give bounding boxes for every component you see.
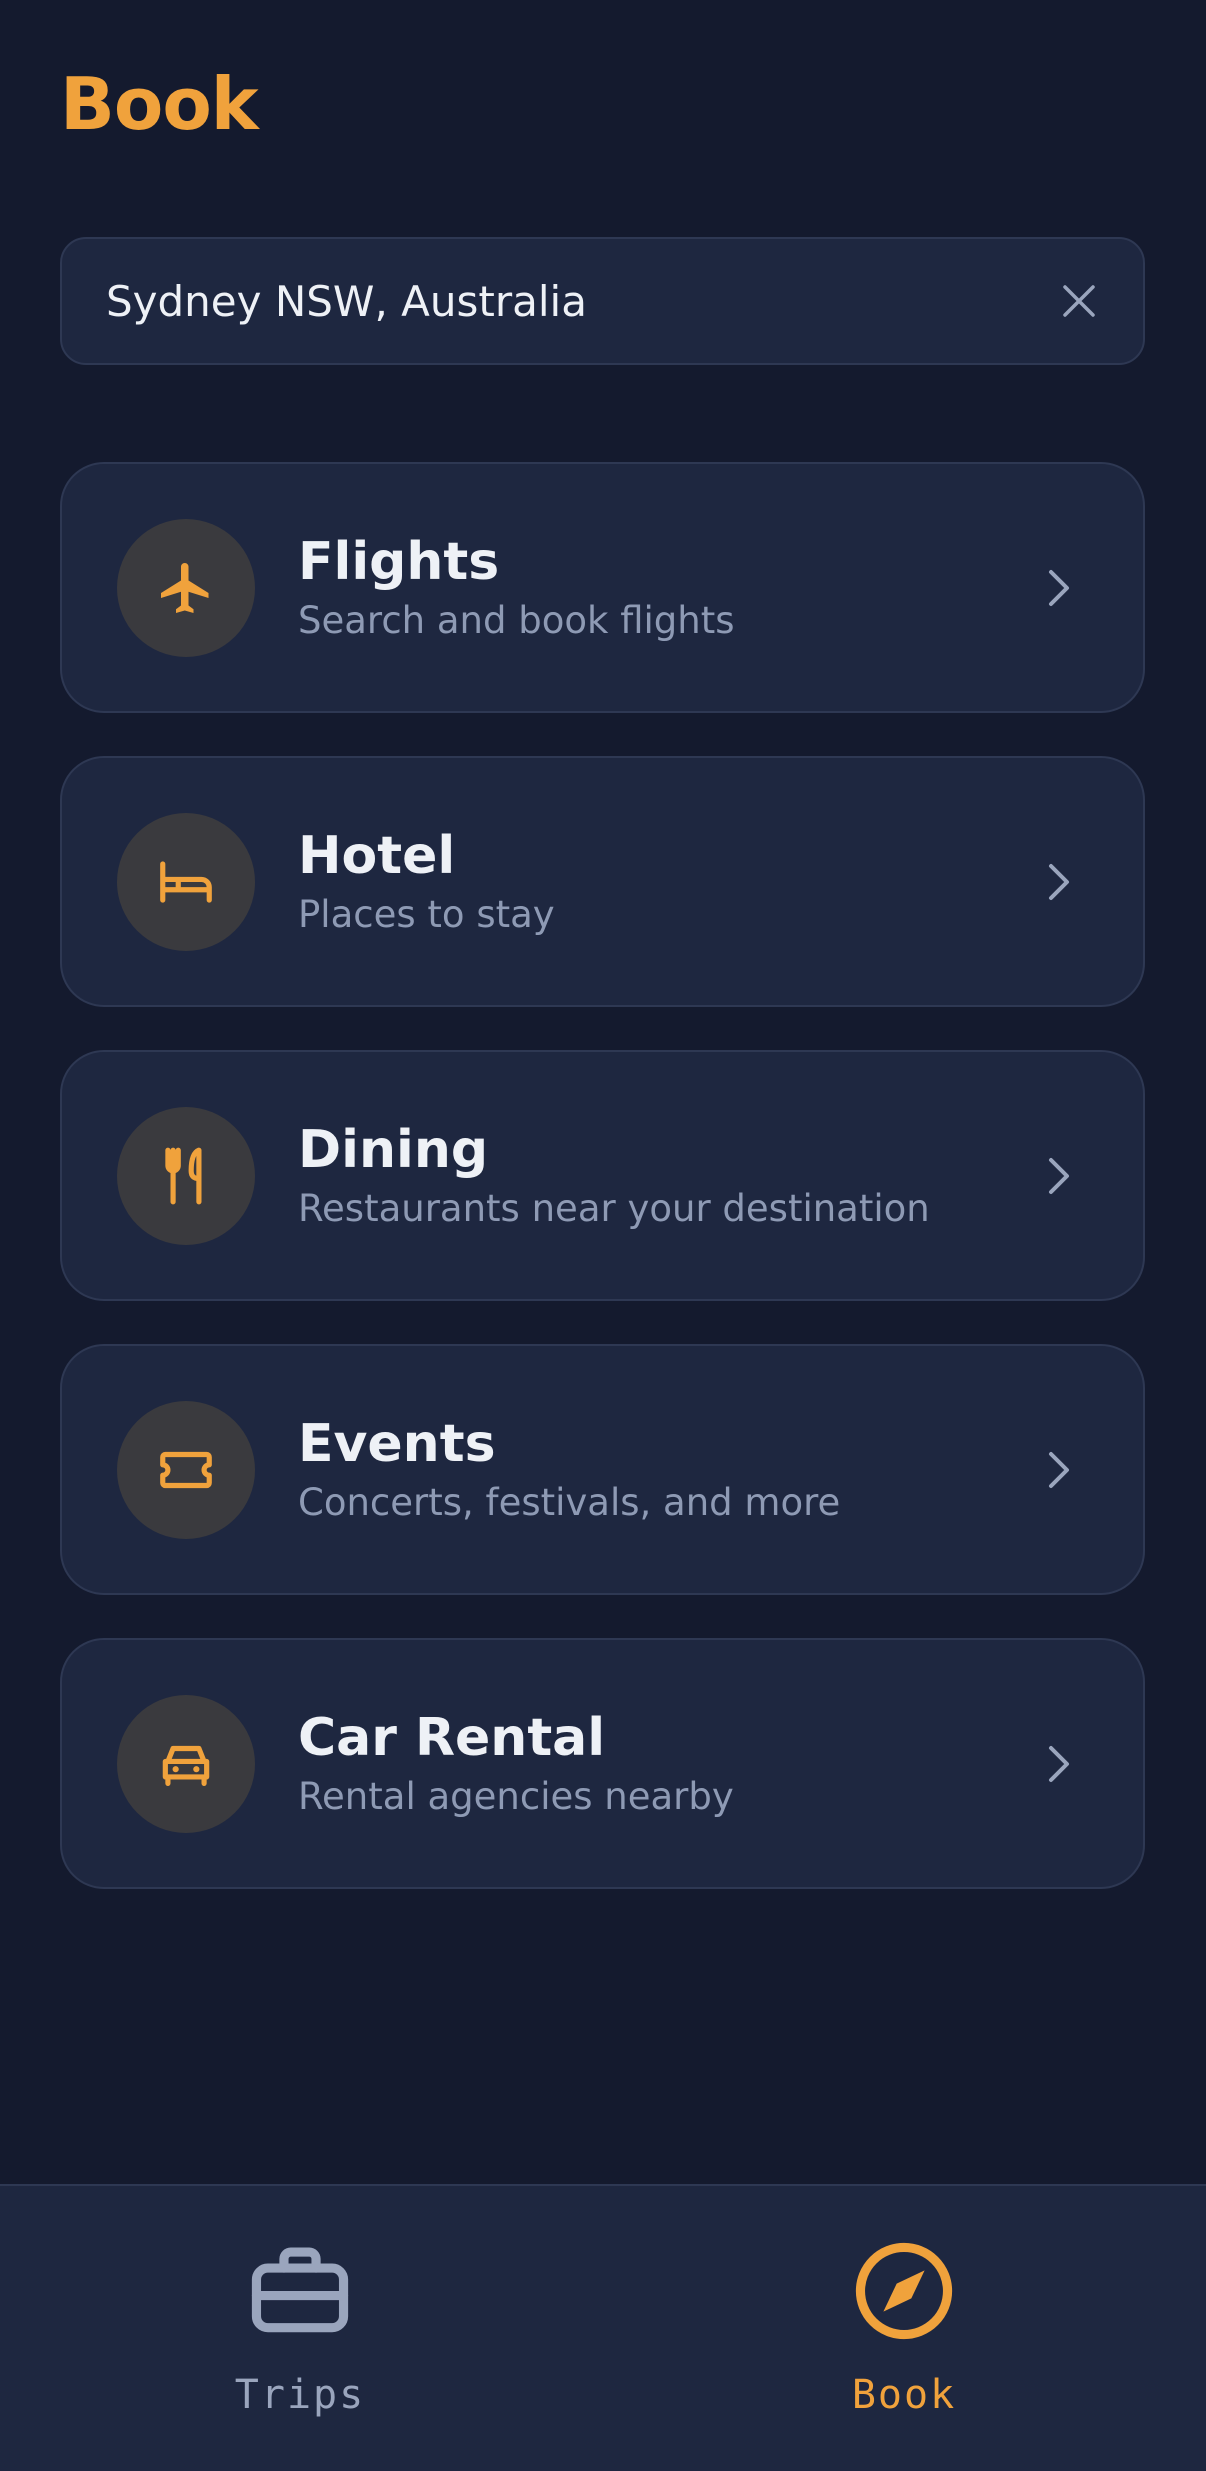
category-title: Hotel [298,826,456,886]
category-subtitle: Places to stay [298,893,555,936]
tab-trips[interactable]: Trips [150,2236,450,2436]
tab-label: Book [851,2372,957,2418]
category-icon-wrap [117,1695,255,1833]
chevron-right-icon [1049,1746,1069,1782]
category-title: Car Rental [298,1708,606,1768]
category-card-flights[interactable]: Flights Search and book flights [60,462,1145,713]
nav-icon-wrap [849,2236,959,2346]
category-card-events[interactable]: Events Concerts, festivals, and more [60,1344,1145,1595]
category-subtitle: Search and book flights [298,599,735,642]
category-icon-wrap [117,813,255,951]
category-icon-wrap [117,1401,255,1539]
chevron-right-icon [1049,1158,1069,1194]
category-text: Events Concerts, festivals, and more [298,1414,840,1526]
category-card-dining[interactable]: Dining Restaurants near your destination [60,1050,1145,1301]
clear-search-button[interactable] [1057,279,1101,323]
chevron-right-icon [1049,864,1069,900]
chevron-right-icon [1049,1452,1069,1488]
location-search-bar [60,237,1145,365]
category-title: Dining [298,1120,489,1180]
category-text: Hotel Places to stay [298,826,555,938]
category-title: Events [298,1414,496,1474]
airplane-icon [161,563,209,613]
book-screen: Book Flights Search and book flights [0,0,1206,2471]
bed-icon [160,861,212,903]
ticket-icon [160,1451,212,1489]
compass-icon [855,2242,953,2340]
category-text: Dining Restaurants near your destination [298,1120,930,1232]
category-subtitle: Rental agencies nearby [298,1775,734,1818]
car-icon [162,1745,210,1786]
category-card-hotel[interactable]: Hotel Places to stay [60,756,1145,1007]
category-card-car-rental[interactable]: Car Rental Rental agencies nearby [60,1638,1145,1889]
category-text: Car Rental Rental agencies nearby [298,1708,734,1820]
nav-icon-wrap [245,2236,355,2346]
tab-book[interactable]: Book [754,2236,1054,2436]
category-text: Flights Search and book flights [298,532,735,644]
category-icon-wrap [117,519,255,657]
bottom-tab-bar: Trips Book [0,2184,1206,2471]
tab-label: Trips [234,2372,366,2418]
category-subtitle: Concerts, festivals, and more [298,1481,841,1524]
category-title: Flights [298,532,500,592]
page-title: Book [60,62,259,146]
fork-knife-icon [165,1147,202,1205]
close-icon [1063,285,1095,317]
chevron-right-icon [1049,570,1069,606]
location-search-input[interactable] [106,276,1057,326]
category-subtitle: Restaurants near your destination [298,1187,930,1230]
briefcase-icon [251,2247,349,2333]
category-icon-wrap [117,1107,255,1245]
